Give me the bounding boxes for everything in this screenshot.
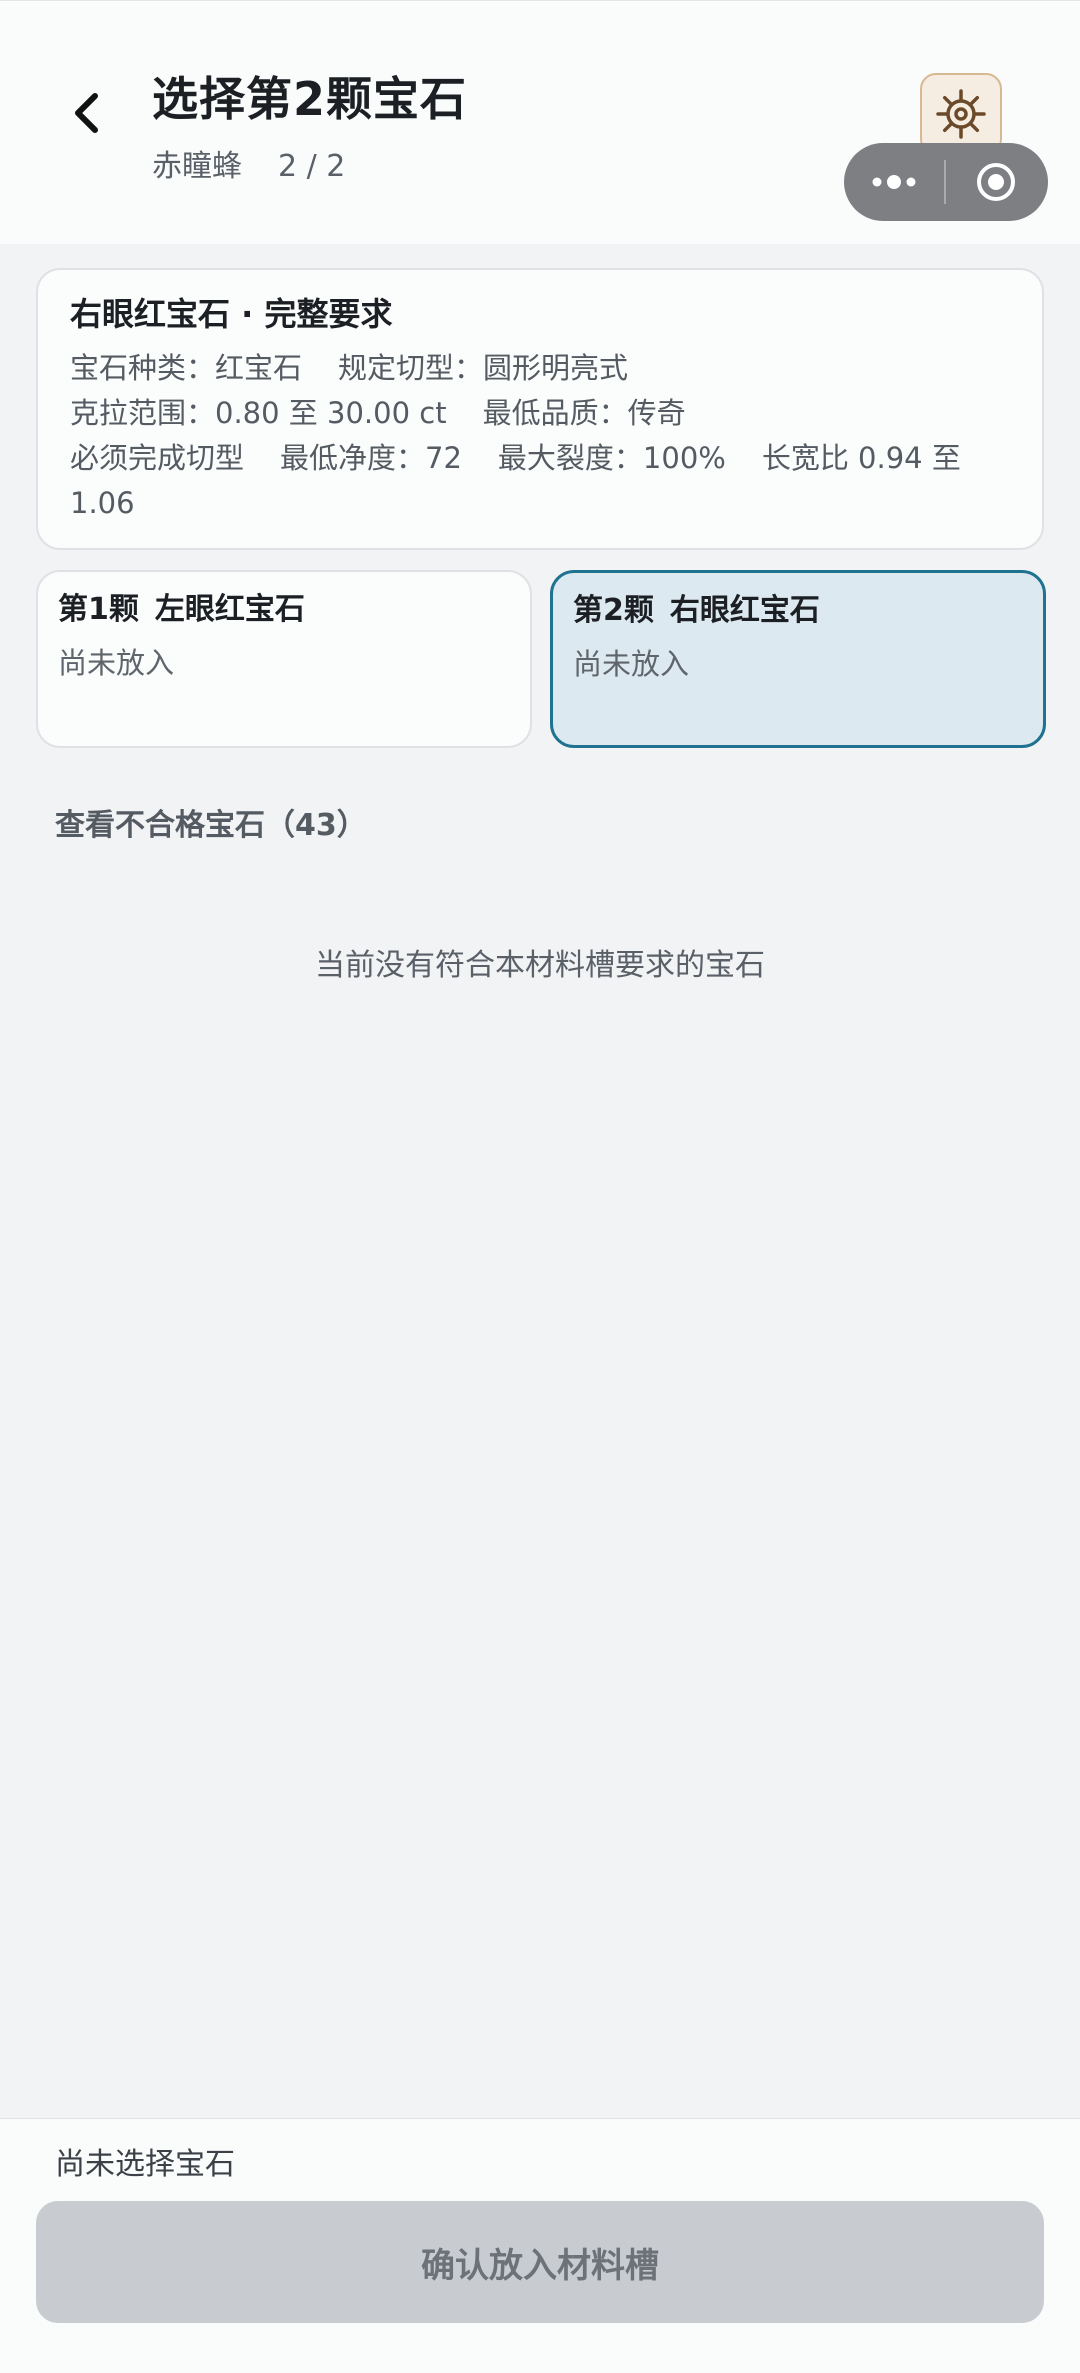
- slot-title: 第2颗 右眼红宝石: [573, 587, 1023, 635]
- cut-type: 规定切型：圆形明亮式: [338, 351, 629, 385]
- more-button[interactable]: [844, 143, 944, 221]
- close-button[interactable]: [946, 143, 1046, 221]
- slot-name: 右眼红宝石: [669, 593, 820, 628]
- creature-name: 赤瞳蜂: [152, 149, 242, 184]
- slot-index: 第2颗: [573, 593, 654, 628]
- slot-status: 尚未放入: [573, 647, 690, 681]
- max-crack: 最大裂度：100%: [497, 441, 726, 475]
- chevron-left-icon: [75, 93, 98, 133]
- gear-icon: [936, 89, 986, 139]
- min-clarity: 最低净度：72: [280, 441, 462, 475]
- back-button[interactable]: [56, 73, 116, 153]
- confirm-button[interactable]: 确认放入材料槽: [36, 2201, 1044, 2323]
- mini-program-capsule: [844, 143, 1048, 221]
- min-quality: 最低品质：传奇: [482, 396, 686, 430]
- requirements-line-1: 宝石种类：红宝石 规定切型：圆形明亮式: [70, 346, 1010, 391]
- requirements-line-3: 必须完成切型 最低净度：72 最大裂度：100% 长宽比 0.94 至 1.06: [70, 436, 1010, 526]
- slot-index: 第1颗: [58, 592, 139, 627]
- slot-progress: 2 / 2: [278, 149, 346, 184]
- header: 选择第2颗宝石 赤瞳蜂 2 / 2: [0, 0, 1080, 244]
- requirements-card: 右眼红宝石 · 完整要求 宝石种类：红宝石 规定切型：圆形明亮式 克拉范围：0.8…: [36, 268, 1044, 550]
- requirements-line-2: 克拉范围：0.80 至 30.00 ct 最低品质：传奇: [70, 391, 1010, 436]
- selection-status: 尚未选择宝石: [55, 2147, 235, 2182]
- footer: 尚未选择宝石 确认放入材料槽: [0, 2118, 1080, 2373]
- slot-title: 第1颗 左眼红宝石: [58, 586, 510, 634]
- view-unqualified-gems-link[interactable]: 查看不合格宝石（43）: [55, 800, 367, 844]
- must-finish-cut: 必须完成切型: [70, 441, 245, 475]
- subtitle: 赤瞳蜂 2 / 2: [152, 141, 345, 185]
- empty-state-message: 当前没有符合本材料槽要求的宝石: [315, 948, 765, 983]
- page: 选择第2颗宝石 赤瞳蜂 2 / 2 右眼红宝石 · 完整要求 宝石种类：红宝石 …: [0, 0, 1080, 2373]
- slot-status: 尚未放入: [58, 646, 175, 680]
- gem-type: 宝石种类：红宝石: [70, 351, 303, 385]
- requirements-title: 右眼红宝石 · 完整要求: [70, 295, 393, 333]
- page-title: 选择第2颗宝石: [152, 72, 468, 126]
- slot-name: 左眼红宝石: [154, 592, 305, 627]
- target-close-icon: [977, 163, 1015, 201]
- more-dots-icon: [872, 175, 916, 189]
- slot-card-2[interactable]: 第2颗 右眼红宝石 尚未放入: [550, 570, 1046, 748]
- slot-card-1[interactable]: 第1颗 左眼红宝石 尚未放入: [36, 570, 532, 748]
- carat-range: 克拉范围：0.80 至 30.00 ct: [70, 396, 447, 430]
